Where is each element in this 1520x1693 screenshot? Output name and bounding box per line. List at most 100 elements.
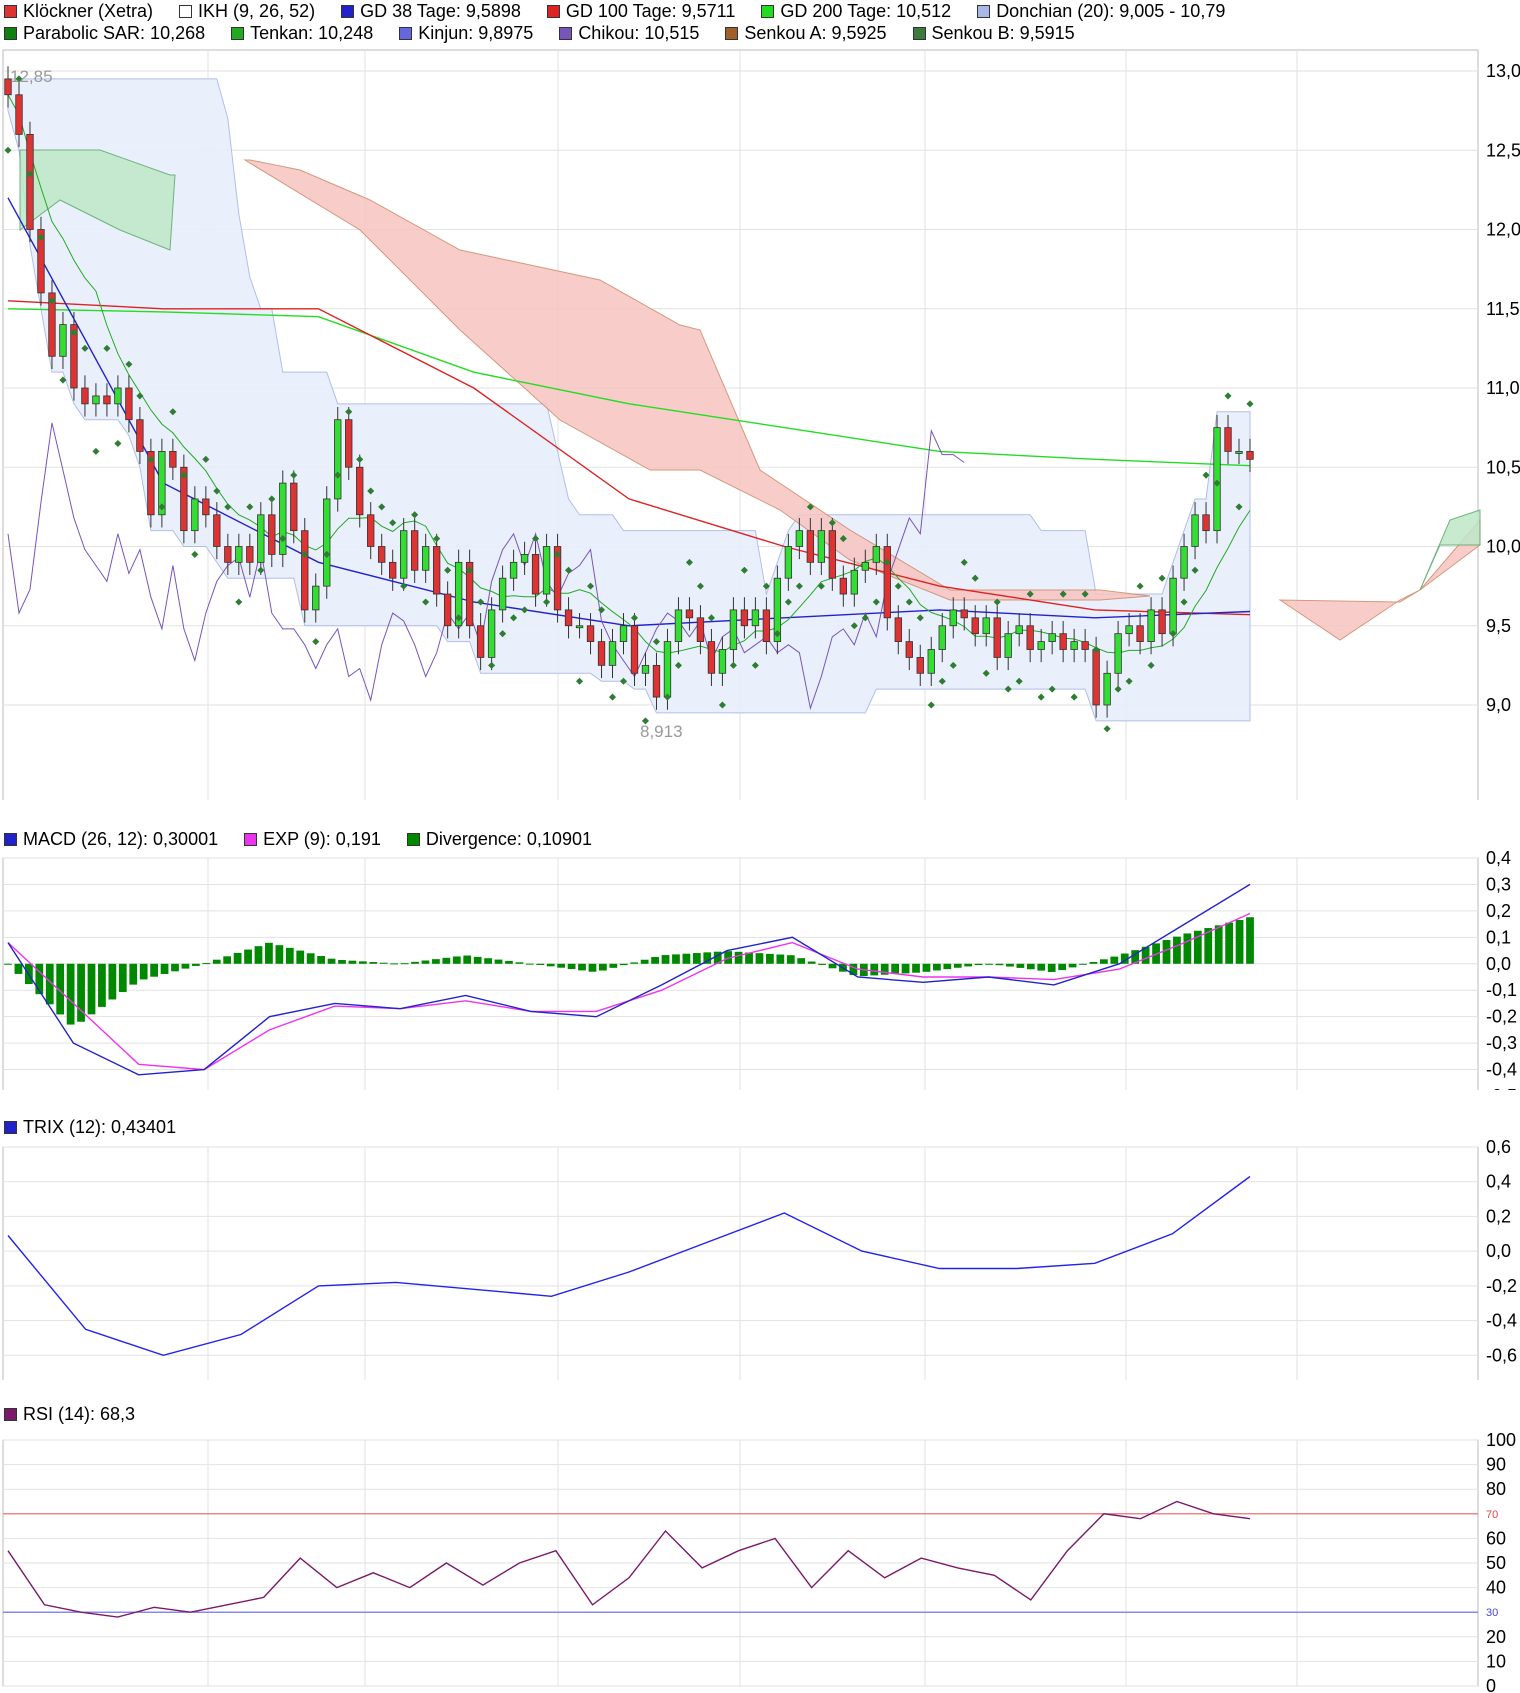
divergence-bar — [525, 963, 534, 965]
rsi-70-label: 70 — [1486, 1509, 1498, 1521]
candle-body — [850, 569, 858, 595]
divergence-bar — [87, 963, 96, 1015]
candle-body — [971, 617, 979, 635]
divergence-bar — [421, 960, 430, 964]
candle-body — [246, 546, 254, 563]
price-y-tick-label: 9,5 — [1486, 616, 1511, 636]
divergence-bar — [818, 963, 826, 965]
candle-body — [597, 641, 606, 666]
divergence-bar — [1110, 956, 1119, 964]
divergence-bar — [953, 963, 962, 968]
divergence-bar — [619, 963, 628, 966]
macd-y-tick-label: 0,4 — [1486, 848, 1511, 868]
divergence-bar — [348, 960, 357, 964]
price-y-tick-label: 13,0 — [1486, 61, 1520, 81]
divergence-bar — [766, 953, 774, 964]
divergence-bar — [1100, 959, 1108, 964]
divergence-bar — [1183, 933, 1192, 964]
candle-body — [1125, 625, 1133, 635]
macd-y-tick-label: 0,0 — [1486, 954, 1511, 974]
candle-body — [1147, 609, 1155, 643]
candle-body — [1158, 609, 1166, 635]
candle-body — [1180, 546, 1188, 579]
divergence-bar — [578, 963, 586, 971]
candle-body — [1048, 633, 1056, 642]
candle-body — [707, 641, 716, 674]
candle-body — [59, 324, 67, 357]
candle-body — [619, 625, 628, 642]
divergence-bar — [755, 953, 764, 964]
divergence-bar — [640, 959, 649, 964]
candle-body — [1191, 514, 1199, 547]
candle-body — [1169, 577, 1177, 635]
divergence-bar — [682, 953, 691, 964]
candle-body — [432, 546, 441, 595]
divergence-bar — [473, 956, 482, 964]
candle-body — [476, 625, 485, 658]
divergence-bar — [609, 963, 618, 968]
trix-y-tick-label: 0,6 — [1486, 1137, 1511, 1157]
candle-body — [125, 387, 133, 421]
divergence-bar — [432, 959, 440, 964]
divergence-bar — [233, 952, 242, 964]
trix-chart: 0,60,40,20,0-0,2-0,4-0,6-0,8 — [2, 1137, 1517, 1380]
candle-body — [356, 466, 364, 516]
candle-body — [1026, 625, 1034, 650]
candle-body — [1235, 450, 1243, 454]
candle-body — [674, 609, 683, 643]
candle-body — [916, 657, 924, 674]
candle-body — [378, 546, 386, 563]
divergence-bar — [901, 963, 910, 974]
divergence-bar — [306, 953, 315, 964]
divergence-bar — [797, 958, 806, 964]
price-y-tick-label: 12,5 — [1486, 140, 1520, 160]
candle-body — [938, 625, 946, 650]
candle-body — [1114, 633, 1122, 674]
divergence-bar — [546, 963, 555, 967]
macd-y-tick-label: -0,1 — [1486, 980, 1517, 1000]
price-chart: 13,012,512,011,511,010,510,09,59,0AprilM… — [2, 49, 1520, 800]
divergence-bar — [1225, 922, 1234, 964]
macd-y-tick-label: -0,2 — [1486, 1007, 1517, 1027]
divergence-bar — [275, 945, 284, 964]
rsi-y-tick-label: 0 — [1486, 1676, 1496, 1693]
candle-body — [729, 609, 738, 650]
divergence-bar — [411, 961, 419, 964]
divergence-bar — [870, 963, 879, 976]
rsi-y-tick-label: 20 — [1486, 1627, 1506, 1647]
candle-body — [509, 561, 518, 579]
candle-body — [279, 482, 287, 555]
candle-body — [630, 625, 639, 674]
candle-body — [1004, 633, 1012, 658]
candle-body — [1037, 641, 1045, 650]
candle-body — [608, 641, 617, 666]
candle-body — [15, 94, 23, 135]
price-y-tick-label: 9,0 — [1486, 695, 1511, 715]
divergence-bar — [912, 963, 920, 973]
candle-body — [575, 625, 584, 629]
candle-body — [564, 609, 573, 627]
candle-body — [1081, 641, 1089, 650]
macd-y-tick-label: -0,4 — [1486, 1060, 1517, 1080]
divergence-bar — [599, 963, 607, 971]
candle-body — [817, 530, 826, 563]
divergence-bar — [390, 963, 399, 965]
divergence-bar — [400, 963, 409, 965]
rsi-y-tick-label: 40 — [1486, 1578, 1506, 1598]
candle-body — [1059, 633, 1067, 650]
candle-body — [367, 514, 375, 547]
candle-body — [1246, 450, 1254, 460]
divergence-bar — [191, 963, 200, 966]
divergence-bar — [1058, 963, 1067, 971]
divergence-bar — [891, 963, 900, 975]
candle-body — [290, 482, 298, 532]
trix-y-tick-label: -0,4 — [1486, 1311, 1517, 1331]
divergence-bar — [4, 963, 12, 965]
candle-body — [993, 617, 1001, 658]
candle-body — [421, 546, 430, 571]
macd-y-tick-label: 0,2 — [1486, 901, 1511, 921]
divergence-bar — [786, 955, 795, 964]
candle-body — [191, 498, 199, 532]
divergence-bar — [327, 958, 336, 964]
divergence-bar — [285, 947, 294, 964]
